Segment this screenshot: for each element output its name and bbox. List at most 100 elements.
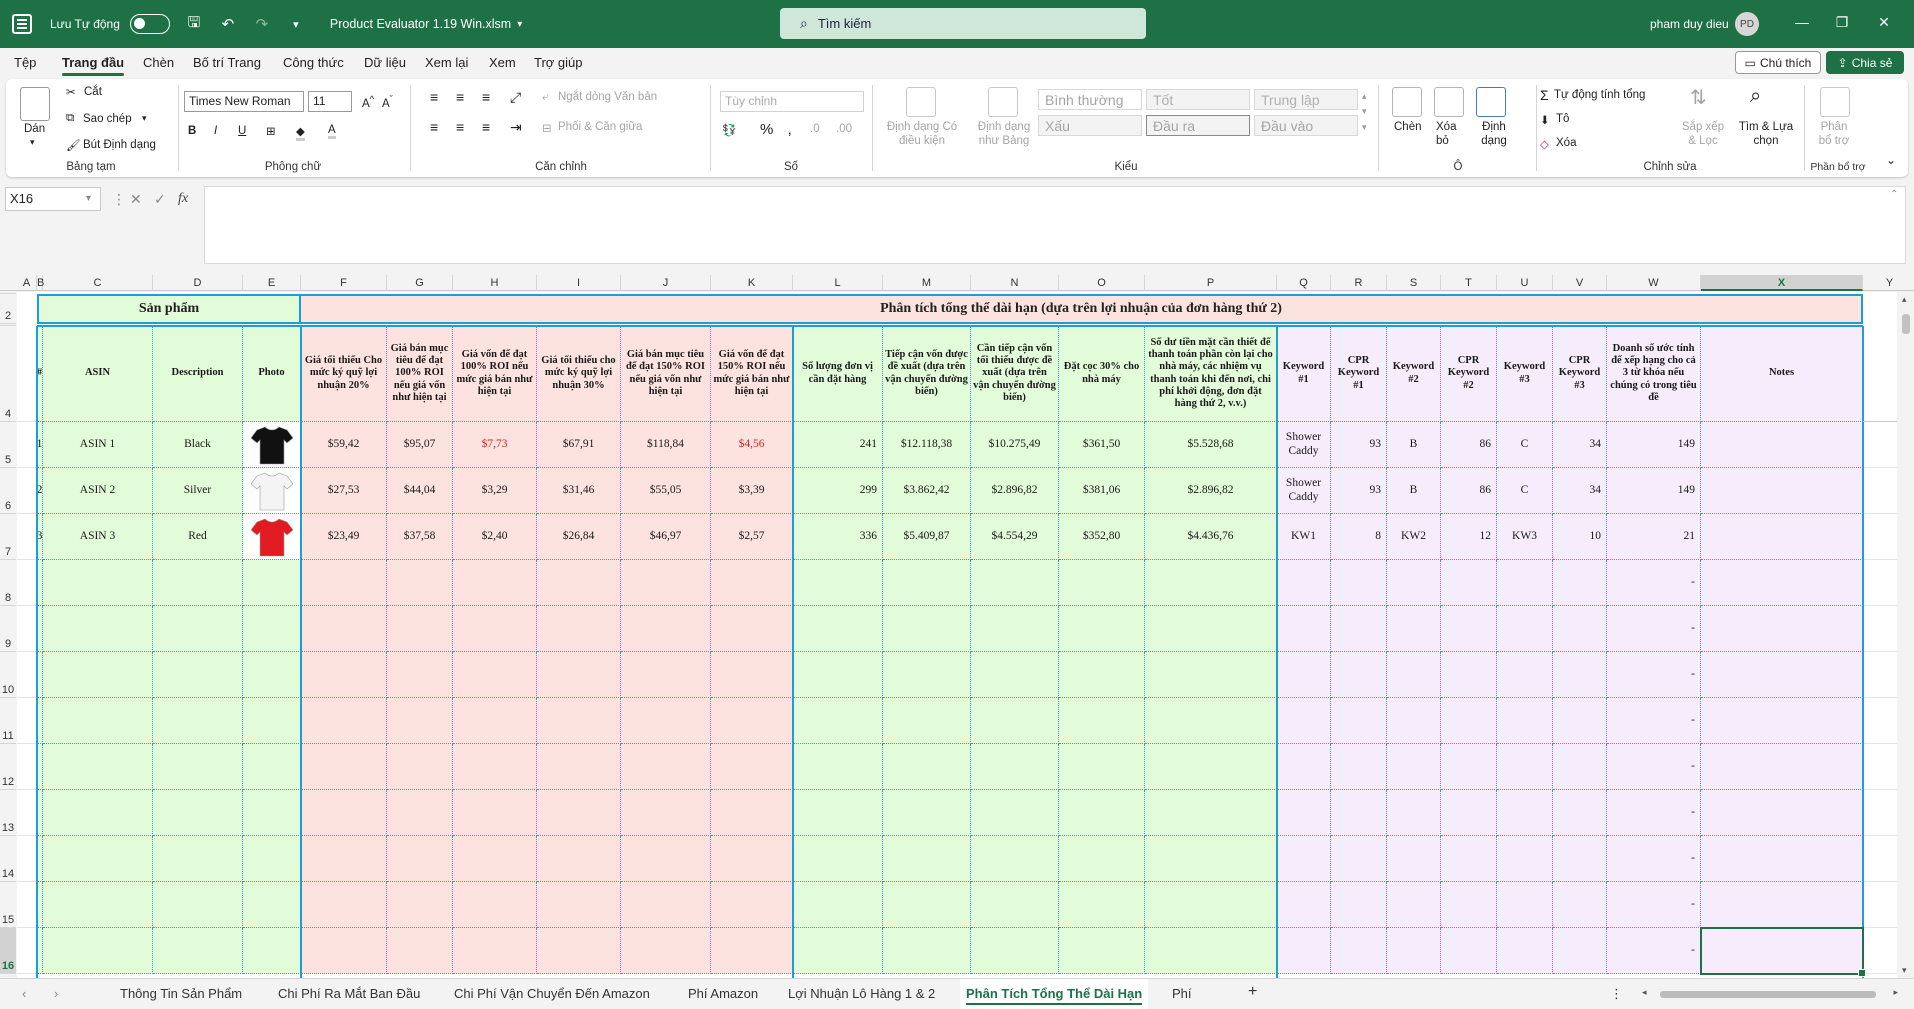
grid-cell[interactable] [301, 652, 387, 698]
clear-icon[interactable]: ◇ [1540, 137, 1549, 151]
share-button[interactable]: ⇪ Chia sẻ [1826, 51, 1904, 74]
grid-cell[interactable]: 336 [793, 514, 883, 560]
grid-cell[interactable] [243, 560, 301, 606]
grid-cell[interactable] [1145, 560, 1277, 606]
grid-cell[interactable] [153, 882, 243, 928]
tab-formulas[interactable]: Công thức [283, 55, 344, 70]
grid-cell[interactable]: - [1607, 836, 1701, 882]
grid-cell[interactable] [1553, 652, 1607, 698]
grid-cell[interactable] [301, 744, 387, 790]
row-header-16[interactable]: 16 [0, 928, 16, 974]
grid-cell[interactable]: 8 [1331, 514, 1387, 560]
fill-icon[interactable]: ⬇ [1540, 113, 1550, 127]
grid-cell[interactable] [1553, 744, 1607, 790]
grid-cell[interactable] [1059, 606, 1145, 652]
grid-cell[interactable] [1145, 652, 1277, 698]
grid-cell[interactable] [1863, 468, 1897, 514]
redo-icon[interactable]: ↷ [252, 15, 272, 33]
format-painter-button[interactable]: Bút Định dạng [83, 139, 156, 151]
grid-cell[interactable]: $2,57 [711, 514, 793, 560]
grid-cell[interactable] [1387, 882, 1441, 928]
grid-cell[interactable] [301, 882, 387, 928]
grid-cell[interactable] [621, 698, 711, 744]
grid-cell[interactable] [387, 652, 453, 698]
merge-center-button[interactable]: Phối & Căn giữa [558, 121, 642, 133]
grid-cell[interactable] [711, 882, 793, 928]
row-header-15[interactable]: 15 [0, 882, 16, 928]
grid-cell[interactable]: 34 [1553, 422, 1607, 468]
grid-cell[interactable]: - [1607, 928, 1701, 974]
row-header-10[interactable]: 10 [0, 652, 16, 698]
grid-cell[interactable] [1441, 698, 1497, 744]
orientation-icon[interactable]: ⤢ [510, 89, 521, 106]
grid-cell[interactable]: C [1497, 468, 1553, 514]
align-top-icon[interactable]: ≡ [430, 89, 438, 105]
grid-cell[interactable] [971, 928, 1059, 974]
grid-cell[interactable] [17, 836, 37, 882]
row-header-6[interactable]: 6 [0, 468, 16, 514]
grid-cell[interactable] [971, 790, 1059, 836]
grid-cell[interactable] [17, 326, 37, 422]
addins-button[interactable]: Phân bổ trợ [1814, 121, 1854, 149]
grid-cell[interactable] [793, 836, 883, 882]
grid-cell[interactable] [1701, 606, 1863, 652]
grid-cell[interactable] [537, 698, 621, 744]
grid-cell[interactable]: $46,97 [621, 514, 711, 560]
row-header-11[interactable]: 11 [0, 698, 16, 744]
grid-cell[interactable]: 299 [793, 468, 883, 514]
grid-cell[interactable] [883, 560, 971, 606]
file-title-chevron-icon[interactable]: ▾ [517, 19, 522, 30]
grid-cell[interactable] [971, 560, 1059, 606]
grid-cell[interactable] [537, 836, 621, 882]
grid-cell[interactable] [1701, 882, 1863, 928]
sheet-tab-4[interactable]: Phí Amazon [688, 986, 758, 1001]
grid-cell[interactable] [301, 560, 387, 606]
grid-cell[interactable]: - [1607, 606, 1701, 652]
grid-cell[interactable] [793, 698, 883, 744]
customize-toolbar-icon[interactable]: ▾ [286, 18, 306, 31]
column-header-f[interactable]: F [301, 275, 387, 291]
grid-cell[interactable] [971, 882, 1059, 928]
grid-cell[interactable] [1331, 928, 1387, 974]
align-bottom-icon[interactable]: ≡ [482, 89, 490, 105]
tab-data[interactable]: Dữ liệu [364, 55, 406, 70]
grid-cell[interactable] [793, 606, 883, 652]
grid-cell[interactable]: 86 [1441, 422, 1497, 468]
grid-cell[interactable] [1387, 606, 1441, 652]
column-header-p[interactable]: P [1145, 275, 1277, 291]
grid-cell[interactable] [1331, 698, 1387, 744]
autosum-button[interactable]: Tự động tính tổng [1554, 89, 1645, 101]
grid-cell[interactable]: $2.896,82 [971, 468, 1059, 514]
grid-cell[interactable]: $5.528,68 [1145, 422, 1277, 468]
number-format-select[interactable]: Tùy chỉnh [720, 91, 864, 112]
grid-cell[interactable] [17, 606, 37, 652]
grid-cell[interactable] [1701, 698, 1863, 744]
grid-cell[interactable] [1059, 698, 1145, 744]
grid-cell[interactable] [17, 698, 37, 744]
grid-cell[interactable]: $3.862,42 [883, 468, 971, 514]
grid-cell[interactable] [883, 698, 971, 744]
delete-cells-icon[interactable] [1434, 87, 1464, 117]
grid-cell[interactable] [453, 652, 537, 698]
grid-cell[interactable]: - [1607, 882, 1701, 928]
tab-file[interactable]: Tệp [14, 55, 36, 70]
delete-cells-button[interactable]: Xóa bỏ [1436, 121, 1466, 149]
grid-cell[interactable] [1145, 744, 1277, 790]
grid-cell[interactable]: - [1607, 652, 1701, 698]
column-header-h[interactable]: H [453, 275, 537, 291]
grid-cell[interactable] [153, 744, 243, 790]
format-cells-button[interactable]: Định dạng [1472, 121, 1516, 149]
grid-cell[interactable] [1277, 836, 1331, 882]
grid-cell[interactable]: $3,39 [711, 468, 793, 514]
column-header-a[interactable]: A [17, 275, 37, 291]
grid-cell[interactable] [537, 744, 621, 790]
grid-cell[interactable] [537, 790, 621, 836]
row-header-8[interactable]: 8 [0, 560, 16, 606]
row-header-4[interactable]: 4 [0, 326, 16, 422]
font-color-icon[interactable]: A [328, 124, 336, 139]
grid-cell[interactable]: $31,46 [537, 468, 621, 514]
grid-cell[interactable] [1145, 928, 1277, 974]
grid-cell[interactable] [711, 744, 793, 790]
grid-cell[interactable] [971, 606, 1059, 652]
grid-cell[interactable] [1497, 560, 1553, 606]
